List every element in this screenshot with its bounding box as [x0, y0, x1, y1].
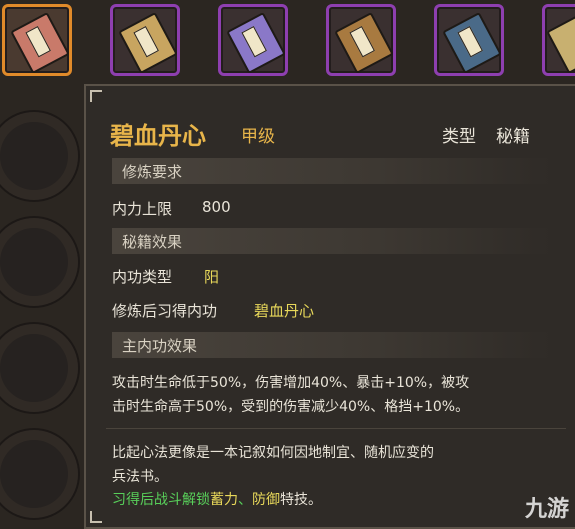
description-line2: 兵法书。: [112, 469, 168, 485]
section-requirements-title: 修炼要求: [122, 163, 183, 181]
inventory-slot-3[interactable]: [218, 4, 288, 76]
main-effect-line2: 击时生命高于50%，受到的伤害减少40%、格挡+10%。: [112, 399, 470, 415]
empty-slot-ring[interactable]: [0, 112, 78, 200]
inner-type-value: 阳: [204, 268, 220, 286]
inventory-slot-1[interactable]: [2, 4, 72, 76]
section-effects-title: 秘籍效果: [122, 233, 183, 251]
unlock-skill-defend: 防御: [252, 492, 280, 508]
item-grade: 甲级: [241, 127, 275, 147]
inner-type-label: 内功类型: [112, 268, 173, 286]
book-icon: [226, 11, 286, 75]
type-label: 类型: [442, 127, 476, 147]
book-icon: [118, 11, 178, 75]
section-requirements: 修炼要求: [112, 158, 552, 184]
book-icon: [334, 11, 394, 75]
book-icon: [10, 11, 70, 75]
type-value: 秘籍: [496, 127, 530, 147]
unlock-prefix: 习得后战斗解锁: [112, 492, 210, 508]
inventory-row: [0, 0, 575, 86]
empty-slot-ring[interactable]: [0, 218, 78, 306]
book-icon: [546, 11, 575, 75]
section-main-effect-title: 主内功效果: [122, 337, 198, 355]
learn-value: 碧血丹心: [254, 302, 315, 320]
item-name: 碧血丹心: [110, 122, 206, 150]
requirement-value: 800: [202, 198, 231, 216]
site-watermark: 九游: [524, 497, 569, 522]
description-line3: 习得后战斗解锁蓄力、防御特技。: [112, 489, 322, 509]
inventory-slot-5[interactable]: [434, 4, 504, 76]
description-line1: 比起心法更像是一本记叙如何因地制宜、随机应变的: [112, 445, 434, 461]
divider: [106, 428, 566, 429]
empty-slot-ring[interactable]: [0, 324, 78, 412]
item-tooltip-panel: 碧血丹心 甲级 类型 秘籍 修炼要求 内力上限 800 秘籍效果 内功类型 阳 …: [84, 84, 575, 529]
section-main-effect: 主内功效果: [112, 332, 552, 358]
main-effect-line1: 攻击时生命低于50%，伤害增加40%、暴击+10%，被攻: [112, 375, 470, 391]
requirement-label: 内力上限: [112, 200, 173, 218]
inventory-slot-4[interactable]: [326, 4, 396, 76]
empty-slot-ring[interactable]: [0, 430, 78, 518]
left-slot-column: [0, 96, 84, 529]
book-icon: [442, 11, 502, 75]
corner-ornament: [90, 90, 102, 102]
inventory-slot-2[interactable]: [110, 4, 180, 76]
corner-ornament: [90, 511, 102, 523]
unlock-suffix: 特技。: [280, 492, 322, 508]
section-effects: 秘籍效果: [112, 228, 552, 254]
unlock-skill-charge: 蓄力: [210, 492, 238, 508]
learn-label: 修炼后习得内功: [112, 302, 218, 320]
unlock-separator: 、: [238, 492, 252, 508]
inventory-slot-6[interactable]: [542, 4, 575, 76]
